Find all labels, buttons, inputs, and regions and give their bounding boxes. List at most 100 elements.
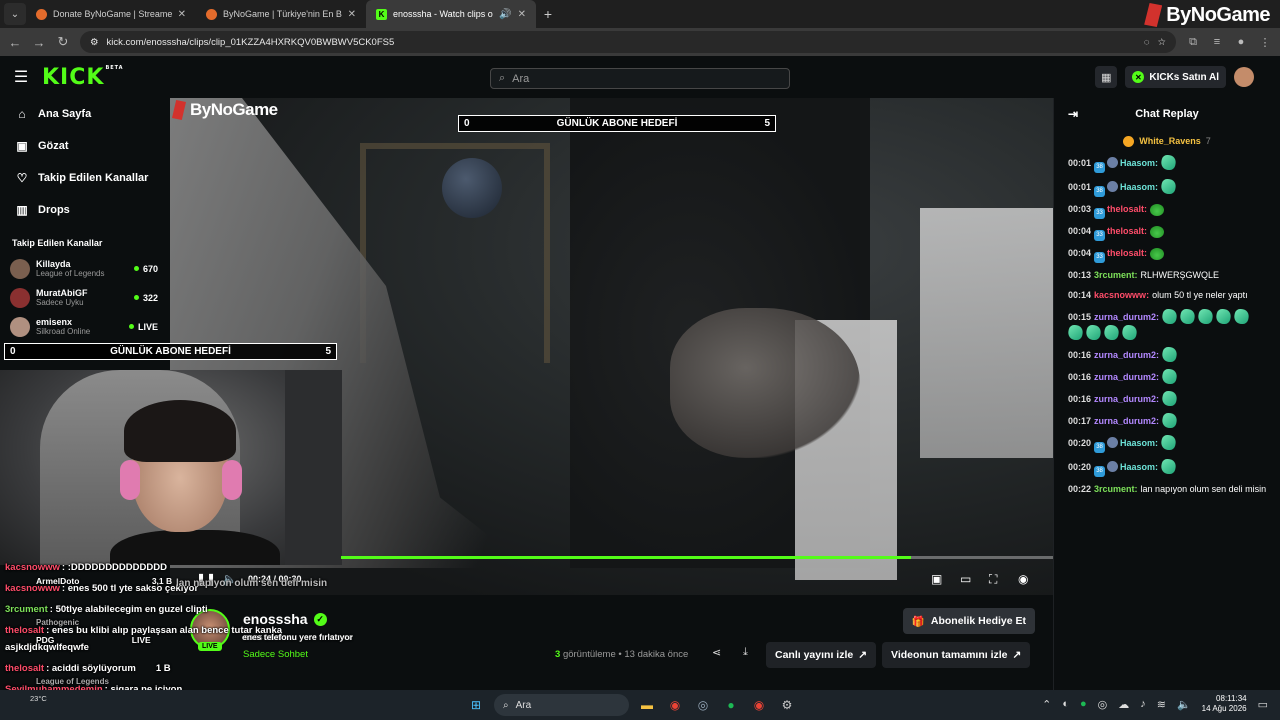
message-user[interactable]: thelosalt:	[1107, 204, 1147, 214]
channel-name-row[interactable]: enosssha ✓	[243, 611, 327, 627]
message-user-name: zurna_durum2	[1094, 371, 1157, 382]
search-input[interactable]: ⌕ Ara	[490, 68, 790, 89]
url-text[interactable]: kick.com/enosssha/clips/clip_01KZZA4HXRK…	[107, 37, 1136, 48]
sidebar-item-drops[interactable]: ▥ Drops	[0, 194, 170, 226]
kick-logo[interactable]: KICKBETA	[42, 65, 124, 90]
spotify-icon[interactable]: ●	[721, 695, 741, 715]
browser-tab[interactable]: ByNoGame | Türkiye'nin En Büyü ✕	[196, 0, 366, 28]
site-info-icon[interactable]: ⚙	[90, 37, 99, 48]
download-icon[interactable]: ⤓	[743, 646, 748, 659]
speaker-icon[interactable]: 🔈	[1177, 698, 1191, 711]
profile-icon[interactable]: ●	[1234, 36, 1248, 48]
user-avatar[interactable]	[1234, 67, 1254, 87]
url-field[interactable]: ⚙ kick.com/enosssha/clips/clip_01KZZA4HX…	[80, 31, 1176, 53]
emote-icon	[1160, 368, 1180, 384]
browse-icon: ▣	[16, 139, 28, 153]
bookmark-star-icon[interactable]: ☆	[1157, 37, 1166, 48]
eye-off-icon[interactable]: ◌	[1144, 37, 1150, 48]
collapse-chat-icon[interactable]: ⇥	[1068, 107, 1078, 121]
gift-icon: 🎁	[911, 615, 925, 628]
mute-tab-icon[interactable]: 🔊	[499, 9, 511, 20]
clip-category[interactable]: Sadece Sohbet	[243, 649, 308, 660]
browser-tab[interactable]: Donate ByNoGame | Streamer ✕	[26, 0, 196, 28]
settings-icon[interactable]: ◉	[1018, 572, 1028, 586]
menu-icon[interactable]: ☰	[0, 67, 42, 87]
overlay-name: ArmelDoto	[36, 576, 80, 586]
chat-message: 00:20 38 Haasom:	[1054, 456, 1280, 480]
system-clock[interactable]: 08:11:34 14 Ağu 2026	[1202, 694, 1247, 714]
more-menu-icon[interactable]: ⋮	[1258, 36, 1272, 49]
emote-icon	[1160, 390, 1180, 406]
extensions-icon[interactable]: ⧉	[1186, 36, 1200, 49]
weather-widget[interactable]: 23°C	[30, 694, 47, 703]
message-user[interactable]: zurna_durum2:	[1094, 394, 1159, 404]
tab-search-icon[interactable]: ⌄	[4, 3, 26, 25]
taskbar-search[interactable]: ⌕ Ara	[494, 694, 629, 716]
pause-icon[interactable]: ❚❚	[196, 572, 216, 586]
chrome-icon[interactable]: ◉	[665, 695, 685, 715]
message-user[interactable]: Haasom:	[1120, 438, 1158, 448]
cloud-icon[interactable]: ☁	[1118, 698, 1129, 711]
mic-icon[interactable]: ♪	[1140, 698, 1146, 710]
volume-icon[interactable]: 🔈	[222, 572, 237, 586]
channel-name[interactable]: enosssha	[243, 611, 308, 627]
message-user[interactable]: kacsnowww:	[1094, 290, 1149, 300]
steam-tray-icon[interactable]: ◎	[1098, 698, 1108, 711]
message-user-name: 3rcument	[1094, 270, 1135, 280]
close-tab-icon[interactable]: ✕	[178, 9, 186, 20]
sidebar-item-label: Takip Edilen Kanallar	[38, 172, 149, 184]
goal-title: GÜNLÜK ABONE HEDEFİ	[556, 118, 678, 129]
sidebar-item-home[interactable]: ⌂ Ana Sayfa	[0, 98, 170, 130]
fullscreen-icon[interactable]: ⛶	[989, 572, 997, 587]
file-explorer-icon[interactable]: ▬	[637, 695, 657, 715]
video-progress-track[interactable]	[341, 556, 1053, 559]
sidebar-item-following[interactable]: ♡ Takip Edilen Kanallar	[0, 162, 170, 194]
close-tab-icon[interactable]: ✕	[348, 9, 356, 20]
discord-icon[interactable]: ◐	[1062, 698, 1069, 710]
chrome-active-icon[interactable]: ◉	[749, 695, 769, 715]
media-icon[interactable]: ≡	[1210, 36, 1224, 48]
windows-taskbar: 23°C ⊞ ⌕ Ara ▬ ◉ ◎ ● ◉ ⚙ ⌃ ◐ ● ◎ ☁ ♪ ≋ 🔈…	[0, 690, 1280, 720]
share-icon[interactable]: ⋖	[712, 646, 721, 659]
notification-icon[interactable]: ▭	[1258, 698, 1268, 711]
followed-channel[interactable]: emisenx Silkroad Online LIVE	[0, 312, 170, 341]
browser-tab-active[interactable]: K enosssha - Watch clips on K 🔊 ✕	[366, 0, 536, 28]
wifi-icon[interactable]: ≋	[1157, 698, 1166, 711]
message-user-name: Haasom	[1120, 437, 1156, 448]
start-icon[interactable]: ⊞	[466, 695, 486, 715]
new-tab-button[interactable]: +	[536, 6, 560, 22]
logo-text: KICK	[42, 64, 105, 90]
message-user[interactable]: Haasom:	[1120, 182, 1158, 192]
back-icon[interactable]: ←	[8, 35, 22, 50]
message-user[interactable]: Haasom:	[1120, 158, 1158, 168]
theater-icon[interactable]: ▭	[960, 572, 971, 586]
close-tab-icon[interactable]: ✕	[518, 9, 526, 20]
followed-channel[interactable]: MuratAbiGF Sadece Uyku 322	[0, 283, 170, 312]
message-user[interactable]: zurna_durum2:	[1094, 312, 1159, 322]
message-user[interactable]: thelosalt:	[1107, 226, 1147, 236]
app-icon[interactable]: ⚙	[777, 695, 797, 715]
pinned-gifter[interactable]: White_Ravens 7	[1054, 130, 1280, 152]
overlay-name: Pathogenic	[36, 618, 80, 627]
spotify-tray-icon[interactable]: ●	[1080, 698, 1087, 710]
steam-icon[interactable]: ◎	[693, 695, 713, 715]
gift-subscription-button[interactable]: 🎁 Abonelik Hediye Et	[902, 608, 1035, 634]
watch-full-video-button[interactable]: Videonun tamamını izle ↗	[882, 642, 1031, 668]
message-user[interactable]: thelosalt:	[1107, 248, 1147, 258]
tray-chevron-icon[interactable]: ⌃	[1042, 698, 1051, 711]
watch-live-button[interactable]: Canlı yayını izle ↗	[766, 642, 877, 668]
message-user[interactable]: 3rcument:	[1094, 270, 1138, 280]
message-user[interactable]: zurna_durum2:	[1094, 350, 1159, 360]
followed-channel[interactable]: Killayda League of Legends 670	[0, 254, 170, 283]
sidebar-item-browse[interactable]: ▣ Gözat	[0, 130, 170, 162]
library-icon[interactable]: ▦	[1095, 66, 1118, 88]
reload-icon[interactable]: ↻	[56, 34, 70, 50]
forward-icon[interactable]: →	[32, 35, 46, 50]
message-user[interactable]: zurna_durum2:	[1094, 416, 1159, 426]
message-user[interactable]: zurna_durum2:	[1094, 372, 1159, 382]
pip-icon[interactable]: ▣	[931, 572, 942, 586]
message-user[interactable]: 3rcument:	[1094, 484, 1138, 494]
pinned-user: White_Ravens	[1139, 136, 1201, 146]
message-user[interactable]: Haasom:	[1120, 462, 1158, 472]
buy-kicks-button[interactable]: ✕ KICKs Satın Al	[1125, 66, 1226, 88]
